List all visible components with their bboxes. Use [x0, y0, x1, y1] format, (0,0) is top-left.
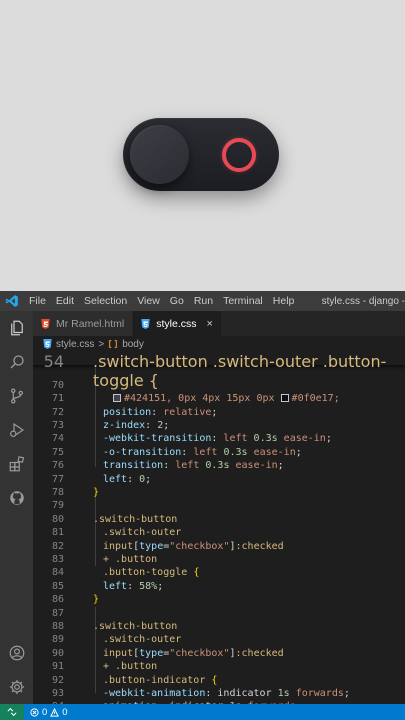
code-line: 88 .switch-outer: [33, 607, 405, 645]
html-file-icon: [41, 318, 50, 329]
code-line: 91 .button-indicator {: [33, 647, 405, 685]
code-line: 85 }: [33, 566, 405, 605]
preview-pane: [0, 0, 405, 291]
problems-indicator[interactable]: 0 0: [30, 707, 68, 718]
tab-label: Mr Ramel.html: [56, 317, 125, 330]
menu-terminal[interactable]: Terminal: [218, 295, 268, 307]
menu-help[interactable]: Help: [268, 295, 300, 307]
run-debug-icon[interactable]: [6, 419, 27, 440]
sticky-scroll-line[interactable]: 54 .switch-button .switch-outer .button-…: [33, 352, 405, 390]
tab-label: style.css: [156, 317, 197, 330]
tab-style-css[interactable]: style.css ×: [133, 311, 222, 336]
activity-bar: [0, 311, 33, 704]
vscode-logo-icon: [0, 291, 24, 311]
warning-count: 0: [62, 706, 68, 718]
code-line: 79 .switch-button: [33, 486, 405, 524]
sticky-selector: .switch-button .switch-outer .button-tog…: [93, 352, 387, 390]
symbol-icon: [108, 339, 118, 349]
tab-mr-ramel-html[interactable]: Mr Ramel.html: [33, 311, 134, 336]
window-title: style.css - django -: [321, 295, 405, 307]
code-line: 81 input[type="checkbox"]:checked: [33, 513, 405, 551]
css-file-icon: [141, 318, 150, 329]
code-line: 76 left: 0;: [33, 446, 405, 484]
status-bar: 0 0: [0, 704, 405, 720]
code-line: 72 z-index: 2;: [33, 392, 405, 431]
search-icon[interactable]: [6, 351, 27, 372]
code-line: 73 -webkit-transition: left 0.3s ease-in…: [33, 406, 405, 444]
code-line: 89 input[type="checkbox"]:checked: [33, 620, 405, 658]
code-editor[interactable]: 54 .switch-button .switch-outer .button-…: [33, 352, 405, 704]
code-line: 90 + .button: [33, 633, 405, 672]
breadcrumb-symbol[interactable]: body: [122, 339, 144, 350]
error-count: 0: [42, 706, 48, 718]
explorer-icon[interactable]: [6, 317, 27, 338]
breadcrumb-file[interactable]: style.css: [56, 339, 94, 350]
editor-tabs: Mr Ramel.html style.css ×: [33, 311, 405, 336]
line-number: 54: [43, 352, 64, 371]
breadcrumb: style.css > body: [33, 336, 405, 352]
css-file-icon: [43, 339, 52, 349]
code-line: 84 left: 58%;: [33, 553, 405, 591]
code-line: 94 }: [33, 687, 405, 704]
code-line: 78: [33, 473, 405, 498]
source-control-icon[interactable]: [6, 385, 27, 406]
menu-selection[interactable]: Selection: [79, 295, 132, 307]
menu-view[interactable]: View: [132, 295, 165, 307]
code-line: 92 -webkit-animation: indicator 1s forwa…: [33, 660, 405, 699]
menu-go[interactable]: Go: [165, 295, 189, 307]
toggle-switch[interactable]: [123, 118, 279, 191]
code-line: 86: [33, 580, 405, 605]
code-line: 75 transition: left 0.3s ease-in;: [33, 432, 405, 471]
github-icon[interactable]: [6, 487, 27, 508]
warning-icon: [50, 707, 60, 717]
toggle-indicator-ring: [222, 138, 256, 172]
code-line: 80 .switch-outer: [33, 499, 405, 538]
title-bar: File Edit Selection View Go Run Terminal…: [0, 291, 405, 311]
menu-edit[interactable]: Edit: [51, 295, 79, 307]
code-line: 93 animation: indicator 1s forwards;: [33, 674, 405, 704]
menu-bar: File Edit Selection View Go Run Terminal…: [24, 295, 299, 307]
menu-run[interactable]: Run: [189, 295, 218, 307]
account-icon[interactable]: [6, 642, 27, 663]
code-line: 83 .button-toggle {: [33, 540, 405, 578]
code-line: 74 -o-transition: left 0.3s ease-in;: [33, 419, 405, 457]
toggle-knob[interactable]: [130, 125, 189, 184]
menu-file[interactable]: File: [24, 295, 51, 307]
error-icon: [30, 707, 39, 717]
code-line: 82 + .button: [33, 526, 405, 565]
close-tab-icon[interactable]: ×: [207, 318, 213, 330]
settings-gear-icon[interactable]: [6, 676, 27, 697]
breadcrumb-separator: >: [98, 338, 105, 350]
code-line: 77 }: [33, 459, 405, 498]
remote-indicator-icon[interactable]: [0, 704, 24, 720]
extensions-icon[interactable]: [6, 453, 27, 474]
code-line: 87 .switch-button: [33, 593, 405, 632]
